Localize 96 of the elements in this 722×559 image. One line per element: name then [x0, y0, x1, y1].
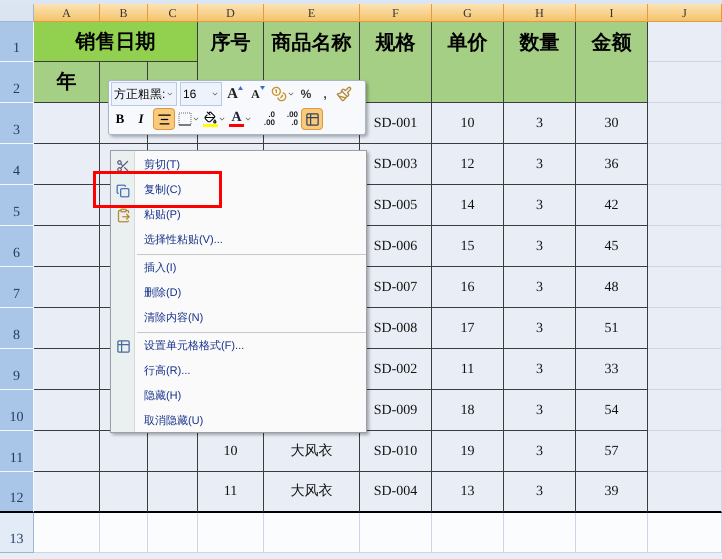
bold-button[interactable]: B	[111, 108, 129, 130]
italic-button[interactable]: I	[132, 108, 150, 130]
table-cell: 51	[576, 308, 648, 349]
table-cell: 3	[504, 185, 576, 226]
caret-icon	[166, 90, 174, 98]
table-cell: 18	[432, 390, 504, 431]
table-cell: 36	[576, 144, 648, 185]
column-heading: 数量	[504, 22, 576, 103]
row-header[interactable]: 7	[0, 267, 34, 308]
table-cell: 3	[504, 390, 576, 431]
table-cell: 45	[576, 226, 648, 267]
caret-icon	[211, 90, 219, 98]
caret-icon[interactable]	[218, 115, 226, 123]
caret-icon[interactable]	[244, 115, 252, 123]
column-header[interactable]: F	[360, 4, 432, 22]
format-button[interactable]: ,	[317, 83, 333, 105]
column-heading: 金额	[576, 22, 648, 103]
table-cell: 15	[432, 226, 504, 267]
table-cell: 57	[576, 431, 648, 472]
column-heading: 单价	[432, 22, 504, 103]
clipboard-icon	[116, 208, 130, 223]
table-cell: 17	[432, 308, 504, 349]
table-cell	[34, 103, 100, 144]
table-cell	[148, 513, 198, 553]
table-cell	[34, 431, 100, 472]
decimal-button[interactable]: .0 .00	[255, 111, 275, 127]
table-cell: 14	[432, 185, 504, 226]
table-cell: 12	[432, 144, 504, 185]
decimal-button[interactable]: .00 .0	[278, 111, 298, 127]
row-header[interactable]: 13	[0, 513, 34, 553]
column-header[interactable]: A	[34, 4, 100, 22]
copy-icon	[116, 184, 130, 198]
paintbrush-icon[interactable]	[336, 86, 352, 102]
merge-cells-icon	[304, 112, 320, 126]
row-header[interactable]: 3	[0, 103, 34, 144]
column-header[interactable]: C	[148, 4, 198, 22]
table-cell: 3	[504, 349, 576, 390]
row-header[interactable]: 1	[0, 22, 34, 62]
column-heading: 规格	[360, 22, 432, 103]
format-button[interactable]: %	[298, 83, 314, 105]
table-cell: 11	[432, 349, 504, 390]
caret-icon[interactable]	[287, 90, 295, 98]
column-header[interactable]: B	[100, 4, 148, 22]
borders-icon[interactable]	[178, 112, 192, 126]
row-header[interactable]: 11	[0, 431, 34, 472]
table-cell	[360, 513, 432, 553]
row-header[interactable]: 12	[0, 472, 34, 513]
row-header[interactable]: 4	[0, 144, 34, 185]
column-header[interactable]: G	[432, 4, 504, 22]
size-dropdown[interactable]: 16	[180, 82, 222, 106]
table-cell: 3	[504, 431, 576, 472]
table-cell: 30	[576, 103, 648, 144]
table-cell: 3	[504, 103, 576, 144]
table-cell: 10	[432, 103, 504, 144]
column-header[interactable]: J	[648, 4, 722, 22]
paint-bucket-icon	[204, 111, 217, 124]
down-triangle-icon	[260, 86, 265, 90]
align-center-icon	[156, 112, 172, 126]
table-cell	[504, 513, 576, 553]
table-cell	[198, 513, 264, 553]
table-cell	[100, 513, 148, 553]
grow-font-button[interactable]: A	[225, 83, 245, 105]
table-cell: 19	[432, 431, 504, 472]
table-cell: 3	[504, 226, 576, 267]
fill-color-button[interactable]	[203, 111, 218, 127]
font-dropdown[interactable]: 方正粗黑:	[111, 82, 177, 106]
row-header[interactable]: 10	[0, 390, 34, 431]
align-center-button[interactable]	[153, 108, 175, 130]
row-header[interactable]: 2	[0, 62, 34, 103]
scissors-icon	[116, 158, 130, 172]
merge-center-button[interactable]	[301, 108, 323, 130]
table-cell: 42	[576, 185, 648, 226]
table-cell	[432, 513, 504, 553]
font-color-button[interactable]: A	[229, 111, 244, 127]
up-triangle-icon	[238, 86, 243, 90]
table-icon	[116, 339, 130, 354]
table-cell: 3	[504, 144, 576, 185]
table-cell: 48	[576, 267, 648, 308]
table-cell: 年	[34, 62, 100, 103]
table-cell	[576, 513, 648, 553]
table-cell: 54	[576, 390, 648, 431]
column-header[interactable]: D	[198, 4, 264, 22]
column-header[interactable]: E	[264, 4, 360, 22]
table-cell: 33	[576, 349, 648, 390]
table-cell: 3	[504, 267, 576, 308]
row-header[interactable]: 9	[0, 349, 34, 390]
row-header[interactable]: 8	[0, 308, 34, 349]
row-header[interactable]: 5	[0, 185, 34, 226]
row-header[interactable]: 6	[0, 226, 34, 267]
table-cell: 16	[432, 267, 504, 308]
table-cell: 3	[504, 308, 576, 349]
column-header[interactable]: H	[504, 4, 576, 22]
table-cell	[34, 513, 100, 553]
column-header[interactable]: I	[576, 4, 648, 22]
table-cell: 销售日期	[34, 22, 198, 62]
caret-icon[interactable]	[192, 115, 200, 123]
